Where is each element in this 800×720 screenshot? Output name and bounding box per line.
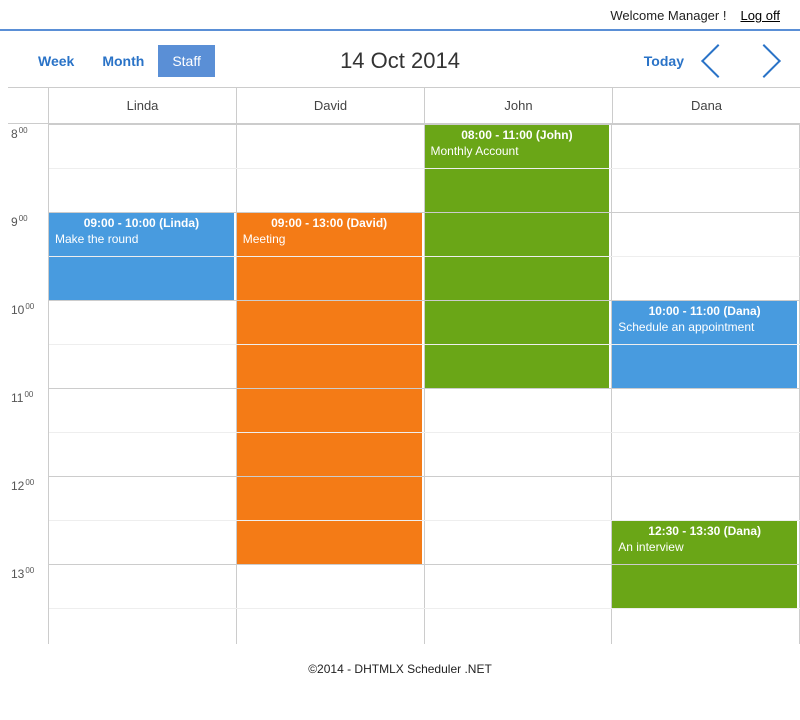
view-week-button[interactable]: Week <box>24 45 88 77</box>
time-gutter-header <box>8 88 49 123</box>
staff-column[interactable]: 09:00 - 13:00 (David) Meeting <box>237 124 425 644</box>
hour-gridline <box>49 212 800 213</box>
time-gutter: 800 900 1000 1100 1200 1300 <box>8 124 49 644</box>
event-description: Monthly Account <box>431 144 604 158</box>
col-head: Dana <box>613 88 800 123</box>
col-head: David <box>237 88 425 123</box>
logoff-link[interactable]: Log off <box>740 8 780 23</box>
hour-gridline <box>49 300 800 301</box>
event-time: 10:00 - 11:00 (Dana) <box>618 304 791 318</box>
view-switcher: Week Month Staff <box>24 45 215 77</box>
hour-gridline <box>49 564 800 565</box>
footer-text: ©2014 - DHTMLX Scheduler .NET <box>0 644 800 694</box>
event-description: Schedule an appointment <box>618 320 791 334</box>
today-button[interactable]: Today <box>644 53 684 69</box>
event-time: 08:00 - 11:00 (John) <box>431 128 604 142</box>
scheduler-body[interactable]: 800 900 1000 1100 1200 1300 09:00 - 10:00 (Li… <box>8 124 800 644</box>
col-head: Linda <box>49 88 237 123</box>
event-time: 09:00 - 13:00 (David) <box>243 216 416 230</box>
hour-label: 900 <box>11 214 28 229</box>
hour-label: 1000 <box>11 302 34 317</box>
date-title: 14 Oct 2014 <box>340 48 460 74</box>
toolbar: Week Month Staff 14 Oct 2014 Today <box>0 31 800 87</box>
hour-gridline <box>49 124 800 125</box>
column-header-row: Linda David John Dana <box>8 88 800 124</box>
halfhour-gridline <box>49 608 800 609</box>
next-arrow-icon[interactable] <box>747 44 781 78</box>
welcome-text: Welcome Manager ! <box>610 8 726 23</box>
hour-gridline <box>49 388 800 389</box>
columns-container: 09:00 - 10:00 (Linda) Make the round 09:0… <box>49 124 800 644</box>
halfhour-gridline <box>49 256 800 257</box>
event-time: 09:00 - 10:00 (Linda) <box>55 216 228 230</box>
staff-column[interactable]: 08:00 - 11:00 (John) Monthly Account <box>425 124 613 644</box>
topbar: Welcome Manager ! Log off <box>0 0 800 29</box>
staff-column[interactable]: 09:00 - 10:00 (Linda) Make the round <box>49 124 237 644</box>
event-time: 12:30 - 13:30 (Dana) <box>618 524 791 538</box>
staff-column[interactable]: 10:00 - 11:00 (Dana) Schedule an appointm… <box>612 124 800 644</box>
event-description: Meeting <box>243 232 416 246</box>
hour-label: 1300 <box>11 566 34 581</box>
view-month-button[interactable]: Month <box>88 45 158 77</box>
scheduler-grid: Linda David John Dana 800 900 1000 1100 1200… <box>8 87 800 644</box>
halfhour-gridline <box>49 344 800 345</box>
prev-arrow-icon[interactable] <box>701 44 735 78</box>
hour-label: 800 <box>11 126 28 141</box>
hour-gridline <box>49 476 800 477</box>
event-description: Make the round <box>55 232 228 246</box>
view-staff-button[interactable]: Staff <box>158 45 215 77</box>
halfhour-gridline <box>49 520 800 521</box>
hour-label: 1100 <box>11 390 33 405</box>
halfhour-gridline <box>49 168 800 169</box>
hour-label: 1200 <box>11 478 34 493</box>
nav-tools: Today <box>644 49 776 73</box>
col-head: John <box>425 88 613 123</box>
halfhour-gridline <box>49 432 800 433</box>
event-description: An interview <box>618 540 791 554</box>
